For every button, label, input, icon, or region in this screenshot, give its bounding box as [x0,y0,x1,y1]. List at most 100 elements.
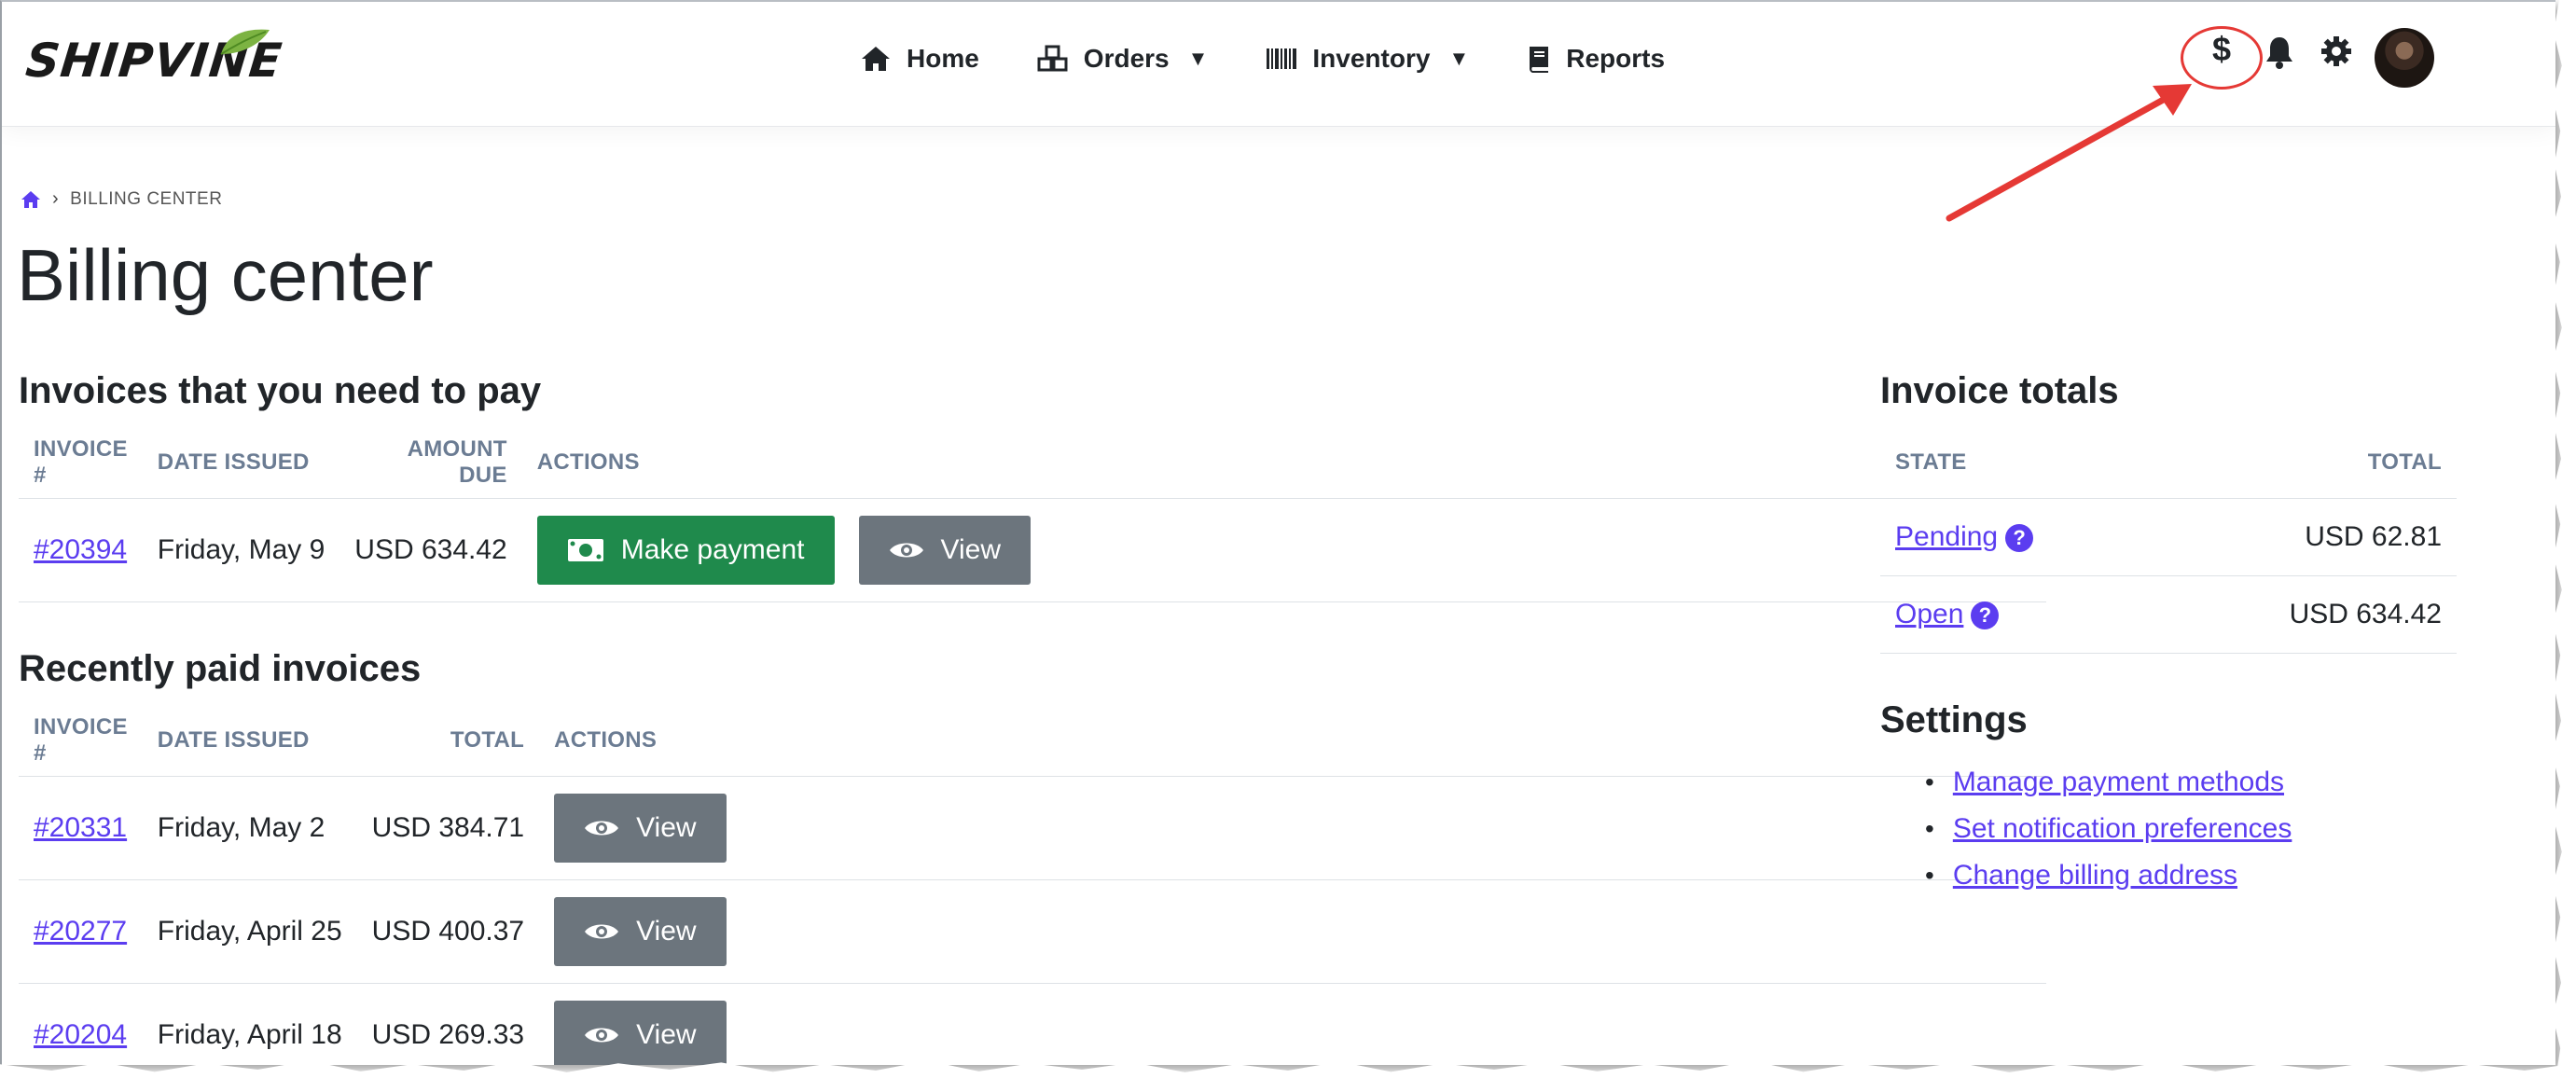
view-button[interactable]: View [554,897,727,966]
shipvine-logo[interactable]: SHIPVINE [23,26,306,101]
table-header-row: STATE TOTAL [1880,427,2457,499]
state-link-open[interactable]: Open [1895,599,1963,629]
view-label: View [636,812,697,843]
state-cell: Open? [1880,575,2157,654]
breadcrumb-separator: › [52,188,60,209]
actions-cell: Make payment View [521,498,2046,602]
invoice-link[interactable]: #20204 [34,1019,127,1050]
invoice-number-cell: #20277 [19,879,143,984]
total-cell: USD 400.37 [356,879,540,984]
invoice-totals-table: STATE TOTAL Pending? USD 62.81 Open? USD… [1880,427,2457,654]
actions-cell: View [539,879,2046,984]
barcode-icon [1267,48,1297,69]
column-header: TOTAL [2156,427,2457,499]
invoice-number-cell: #20394 [19,498,143,602]
column-header: DATE ISSUED [142,705,357,777]
home-icon [862,47,890,71]
main-nav: Home Orders ▼ Inventory ▼ Reports [860,35,1723,82]
gear-icon[interactable] [2320,35,2352,67]
question-circle-icon[interactable]: ? [1971,601,2000,630]
money-bill-icon [567,539,603,561]
total-cell: USD 62.81 [2156,498,2457,576]
nav-reports[interactable]: Reports [1527,44,1665,74]
paid-invoices-heading: Recently paid invoices [19,648,422,689]
make-payment-label: Make payment [620,534,805,565]
home-icon[interactable] [21,190,41,209]
view-label: View [636,1019,697,1050]
annotation-arrow [1946,84,2192,222]
nav-inventory-label: Inventory [1312,44,1431,73]
settings-heading: Settings [1880,699,2028,740]
book-icon [1530,47,1549,73]
eye-icon [585,821,619,836]
nav-inventory[interactable]: Inventory ▼ [1266,44,1469,74]
invoice-link[interactable]: #20394 [34,534,127,565]
table-row: #20331 Friday, May 2 USD 384.71 View [19,776,2046,880]
unpaid-invoices-table: INVOICE # DATE ISSUED AMOUNT DUE ACTIONS… [19,427,2046,602]
amount-cell: USD 634.42 [339,498,522,602]
column-header: ACTIONS [521,427,2046,499]
table-row: #20204 Friday, April 18 USD 269.33 View [19,983,2046,1065]
state-link-pending[interactable]: Pending [1895,521,1998,552]
breadcrumb-current: BILLING CENTER [70,188,223,209]
eye-icon [889,543,923,558]
table-row: #20394 Friday, May 9 USD 634.42 Make pay… [19,498,2046,602]
make-payment-button[interactable]: Make payment [536,516,835,585]
list-item: Change billing address [1925,852,2292,899]
question-circle-icon[interactable]: ? [2005,524,2034,553]
notification-preferences-link[interactable]: Set notification preferences [1953,813,2292,845]
chevron-down-icon: ▼ [1448,47,1470,70]
view-button[interactable]: View [858,516,1031,585]
list-item: Manage payment methods [1925,759,2292,806]
paid-invoices-table: INVOICE # DATE ISSUED TOTAL ACTIONS #203… [19,705,2046,1065]
column-header: DATE ISSUED [142,427,340,499]
avatar[interactable] [2375,28,2434,88]
actions-cell: View [539,983,2046,1065]
dollar-icon[interactable]: $ [2212,30,2231,69]
date-cell: Friday, April 25 [142,879,357,984]
column-header: INVOICE # [19,705,143,777]
state-cell: Pending? [1880,498,2157,576]
manage-payment-methods-link[interactable]: Manage payment methods [1953,767,2284,798]
nav-home-label: Home [907,44,979,73]
eye-icon [585,1028,619,1043]
nav-orders-label: Orders [1083,44,1170,73]
total-cell: USD 269.33 [356,983,540,1065]
nav-home[interactable]: Home [860,44,979,74]
leaf-icon [220,29,270,55]
view-label: View [636,916,697,947]
actions-cell: View [539,776,2046,880]
view-label: View [940,534,1001,565]
invoice-number-cell: #20204 [19,983,143,1065]
date-cell: Friday, April 18 [142,983,357,1065]
view-button[interactable]: View [554,794,727,863]
settings-links: Manage payment methods Set notification … [1925,759,2292,899]
table-row: Open? USD 634.42 [1880,575,2457,654]
nav-orders[interactable]: Orders ▼ [1037,44,1209,74]
invoice-totals-heading: Invoice totals [1880,370,2119,411]
table-header-row: INVOICE # DATE ISSUED AMOUNT DUE ACTIONS [19,427,2046,499]
invoice-link[interactable]: #20277 [34,916,127,947]
table-header-row: INVOICE # DATE ISSUED TOTAL ACTIONS [19,705,2046,777]
table-row: Pending? USD 62.81 [1880,498,2457,576]
billing-address-link[interactable]: Change billing address [1953,860,2237,892]
list-item: Set notification preferences [1925,806,2292,852]
view-button[interactable]: View [554,1001,727,1065]
eye-icon [585,924,619,939]
invoice-number-cell: #20331 [19,776,143,880]
breadcrumb: › BILLING CENTER [21,188,222,210]
bell-icon[interactable] [2264,35,2294,69]
boxes-icon [1037,45,1068,72]
unpaid-invoices-heading: Invoices that you need to pay [19,370,542,411]
column-header: AMOUNT DUE [339,427,522,499]
invoice-link[interactable]: #20331 [34,812,127,843]
column-header: ACTIONS [539,705,2046,777]
date-cell: Friday, May 9 [142,498,340,602]
chevron-down-icon: ▼ [1187,47,1209,70]
total-cell: USD 384.71 [356,776,540,880]
date-cell: Friday, May 2 [142,776,357,880]
screenshot-frame: SHIPVINE Home Orders ▼ Inventory ▼ Repor… [0,0,2555,1065]
nav-reports-label: Reports [1566,44,1666,73]
table-row: #20277 Friday, April 25 USD 400.37 View [19,879,2046,984]
column-header: INVOICE # [19,427,143,499]
